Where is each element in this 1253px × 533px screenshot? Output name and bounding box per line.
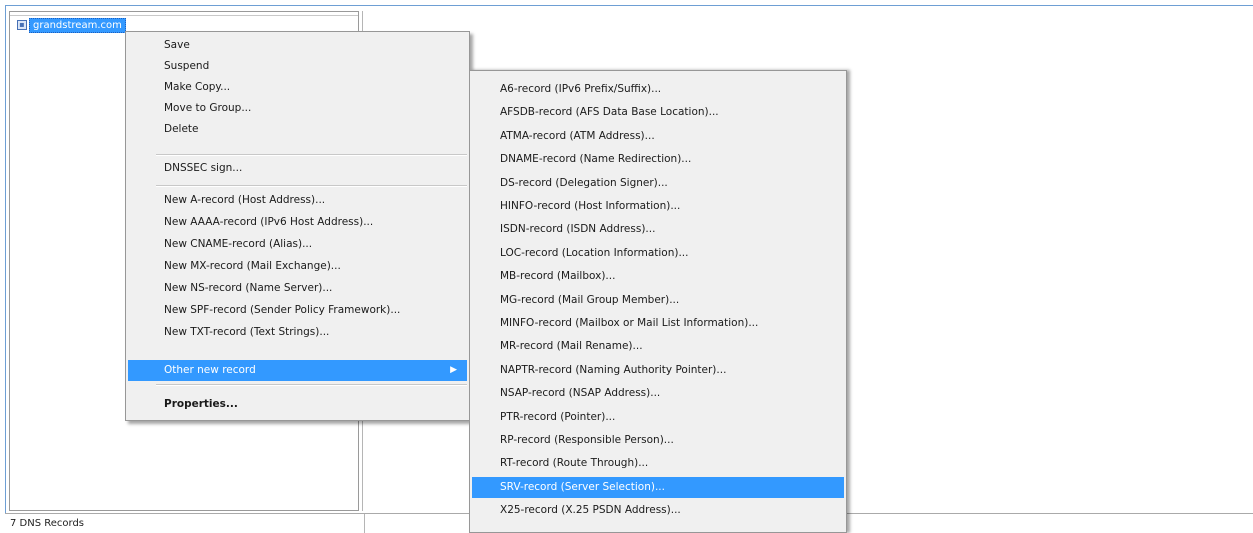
menu-item-label: New NS-record (Name Server)... [164, 282, 333, 294]
submenu-item-nsap[interactable]: NSAP-record (NSAP Address)... [472, 383, 844, 404]
menu-item-label: RP-record (Responsible Person)... [500, 434, 674, 446]
menu-item-label: ATMA-record (ATM Address)... [500, 129, 655, 142]
menu-item-new-cname-record[interactable]: New CNAME-record (Alias)... [128, 234, 467, 255]
menu-item-label: New SPF-record (Sender Policy Framework)… [164, 304, 401, 316]
submenu-item-srv[interactable]: SRV-record (Server Selection)... [472, 476, 844, 498]
submenu-item-naptr[interactable]: NAPTR-record (Naming Authority Pointer).… [472, 360, 844, 381]
menu-item-label: LOC-record (Location Information)... [500, 246, 689, 259]
submenu-item-mg[interactable]: MG-record (Mail Group Member)... [472, 290, 844, 311]
menu-separator [156, 185, 467, 187]
submenu-item-minfo[interactable]: MINFO-record (Mailbox or Mail List Infor… [472, 313, 844, 334]
menu-item-move-to-group[interactable]: Move to Group... [128, 98, 467, 119]
submenu-item-x25[interactable]: X25-record (X.25 PSDN Address)... [472, 500, 844, 521]
menu-item-label: RT-record (Route Through)... [500, 457, 649, 470]
menu-item-label: MB-record (Mailbox)... [500, 270, 616, 283]
menu-item-label: ISDN-record (ISDN Address)... [500, 223, 656, 236]
menu-item-properties[interactable]: Properties... [128, 394, 467, 415]
other-record-submenu: A6-record (IPv6 Prefix/Suffix)... AFSDB-r… [469, 70, 847, 533]
menu-item-label: DNAME-record (Name Redirection)... [500, 153, 692, 166]
menu-item-label: MR-record (Mail Rename)... [500, 340, 643, 353]
submenu-item-rt[interactable]: RT-record (Route Through)... [472, 453, 844, 474]
tree-item-zone[interactable]: ▪ grandstream.com [17, 17, 126, 33]
submenu-item-a6[interactable]: A6-record (IPv6 Prefix/Suffix)... [472, 79, 844, 100]
menu-item-dnssec-sign[interactable]: DNSSEC sign... [128, 158, 467, 179]
menu-item-label: New MX-record (Mail Exchange)... [164, 260, 341, 272]
menu-item-label: DS-record (Delegation Signer)... [500, 176, 668, 189]
submenu-item-afsdb[interactable]: AFSDB-record (AFS Data Base Location)... [472, 102, 844, 123]
submenu-item-isdn[interactable]: ISDN-record (ISDN Address)... [472, 219, 844, 240]
menu-item-label: SRV-record (Server Selection)... [500, 480, 665, 493]
menu-item-label: X25-record (X.25 PSDN Address)... [500, 504, 681, 517]
menu-item-label: Save [164, 39, 190, 51]
tree-item-label[interactable]: grandstream.com [29, 17, 126, 33]
submenu-item-loc[interactable]: LOC-record (Location Information)... [472, 243, 844, 264]
status-text: 7 DNS Records [10, 518, 85, 529]
menu-item-label: Suspend [164, 60, 210, 72]
menu-item-label: New AAAA-record (IPv6 Host Address)... [164, 216, 374, 228]
submenu-item-ds[interactable]: DS-record (Delegation Signer)... [472, 173, 844, 194]
menu-item-label: MINFO-record (Mailbox or Mail List Infor… [500, 317, 759, 329]
menu-item-label: Properties... [164, 398, 238, 410]
submenu-arrow-icon: ▶ [450, 365, 457, 375]
menu-item-suspend[interactable]: Suspend [128, 56, 467, 77]
menu-item-label: PTR-record (Pointer)... [500, 410, 616, 423]
submenu-item-mb[interactable]: MB-record (Mailbox)... [472, 266, 844, 287]
pane-header [10, 12, 358, 16]
menu-item-label: New TXT-record (Text Strings)... [164, 326, 330, 338]
menu-item-new-aaaa-record[interactable]: New AAAA-record (IPv6 Host Address)... [128, 212, 467, 233]
menu-item-make-copy[interactable]: Make Copy... [128, 77, 467, 98]
submenu-item-hinfo[interactable]: HINFO-record (Host Information)... [472, 196, 844, 217]
menu-item-label: AFSDB-record (AFS Data Base Location)... [500, 106, 719, 119]
menu-item-label: DNSSEC sign... [164, 162, 243, 174]
menu-item-label: MG-record (Mail Group Member)... [500, 293, 680, 306]
menu-item-other-new-record[interactable]: Other new record ▶ [128, 360, 467, 381]
menu-item-label: New A-record (Host Address)... [164, 194, 326, 206]
menu-item-new-ns-record[interactable]: New NS-record (Name Server)... [128, 278, 467, 299]
menu-item-new-mx-record[interactable]: New MX-record (Mail Exchange)... [128, 256, 467, 277]
menu-item-label: Make Copy... [164, 81, 231, 93]
menu-item-save[interactable]: Save [128, 35, 467, 56]
submenu-item-atma[interactable]: ATMA-record (ATM Address)... [472, 126, 844, 147]
menu-separator [156, 154, 467, 156]
menu-item-label: NAPTR-record (Naming Authority Pointer).… [500, 363, 727, 376]
submenu-item-rp[interactable]: RP-record (Responsible Person)... [472, 430, 844, 451]
zone-icon: ▪ [17, 20, 27, 30]
submenu-item-dname[interactable]: DNAME-record (Name Redirection)... [472, 149, 844, 170]
menu-item-label: HINFO-record (Host Information)... [500, 200, 681, 212]
menu-item-label: New CNAME-record (Alias)... [164, 238, 313, 250]
menu-item-label: Delete [164, 123, 199, 135]
menu-item-label: NSAP-record (NSAP Address)... [500, 387, 661, 400]
menu-separator [156, 384, 467, 386]
menu-item-label: A6-record (IPv6 Prefix/Suffix)... [500, 83, 662, 95]
submenu-item-ptr[interactable]: PTR-record (Pointer)... [472, 407, 844, 428]
menu-item-new-spf-record[interactable]: New SPF-record (Sender Policy Framework)… [128, 300, 467, 321]
submenu-item-mr[interactable]: MR-record (Mail Rename)... [472, 336, 844, 357]
status-divider [364, 514, 365, 533]
context-menu: Save Suspend Make Copy... Move to Group.… [125, 31, 470, 421]
menu-item-new-txt-record[interactable]: New TXT-record (Text Strings)... [128, 322, 467, 343]
menu-item-delete[interactable]: Delete [128, 119, 467, 140]
menu-item-label: Other new record [164, 364, 256, 376]
menu-item-new-a-record[interactable]: New A-record (Host Address)... [128, 190, 467, 211]
menu-item-label: Move to Group... [164, 102, 252, 114]
